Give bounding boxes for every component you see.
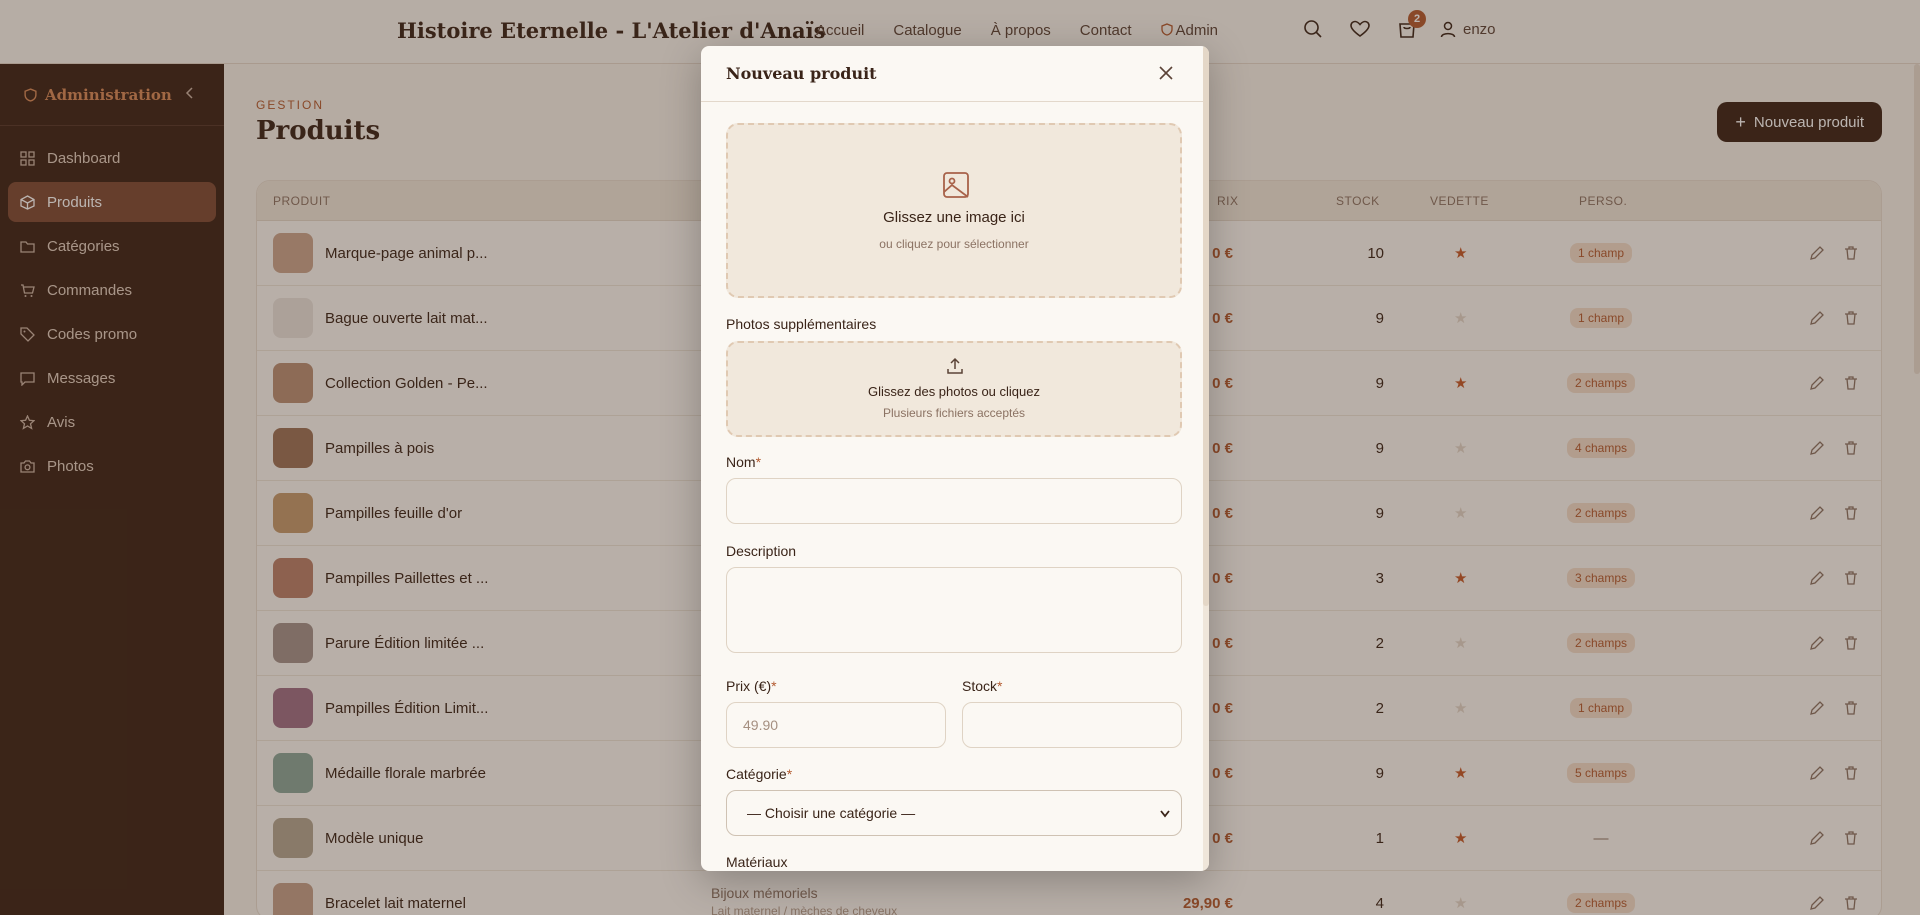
modal-title: Nouveau produit (726, 64, 877, 83)
modal-scrollbar[interactable] (1203, 46, 1209, 871)
modal-scrollbar-thumb[interactable] (1203, 46, 1209, 606)
close-icon[interactable] (1156, 63, 1176, 83)
modal-header: Nouveau produit (701, 46, 1209, 102)
name-label-text: Nom (726, 454, 756, 470)
price-label-text: Prix (€) (726, 678, 772, 694)
dropzone-subtitle: Plusieurs fichiers acceptés (882, 406, 1026, 420)
required-mark: * (786, 766, 793, 782)
materials-label: Matériaux (726, 854, 788, 870)
name-label: Nom* (726, 454, 761, 470)
dropzone-title: Glissez une image ici (883, 209, 1025, 226)
extra-photos-label: Photos supplémentaires (726, 316, 877, 332)
stock-label-text: Stock (962, 678, 998, 694)
price-placeholder: 49.90 (743, 717, 779, 733)
upload-icon (947, 357, 963, 374)
dropzone-subtitle: ou cliquez pour sélectionner (879, 237, 1029, 251)
stock-label: Stock* (962, 678, 1002, 694)
description-label: Description (726, 543, 797, 559)
category-label: Catégorie* (726, 766, 792, 782)
dropzone-title: Glissez des photos ou cliquez (868, 384, 1040, 399)
required-mark: * (755, 454, 762, 470)
image-icon (943, 172, 969, 198)
new-product-modal: Nouveau produit Glissez une image ici ou… (701, 46, 1209, 871)
extra-photos-dropzone[interactable]: Glissez des photos ou cliquez Plusieurs … (726, 341, 1182, 437)
required-mark: * (997, 678, 1003, 694)
price-label: Prix (€)* (726, 678, 777, 694)
category-select[interactable]: — Choisir une catégorie — (726, 790, 1182, 836)
description-textarea[interactable] (726, 567, 1182, 653)
category-label-text: Catégorie (726, 766, 787, 782)
price-input[interactable]: 49.90 (726, 702, 946, 748)
stock-input[interactable] (962, 702, 1182, 748)
required-mark: * (771, 678, 777, 694)
main-image-dropzone[interactable]: Glissez une image ici ou cliquez pour sé… (726, 123, 1182, 298)
chevron-down-icon (1160, 810, 1170, 818)
name-input[interactable] (726, 478, 1182, 524)
category-selected-value: — Choisir une catégorie — (747, 805, 916, 821)
